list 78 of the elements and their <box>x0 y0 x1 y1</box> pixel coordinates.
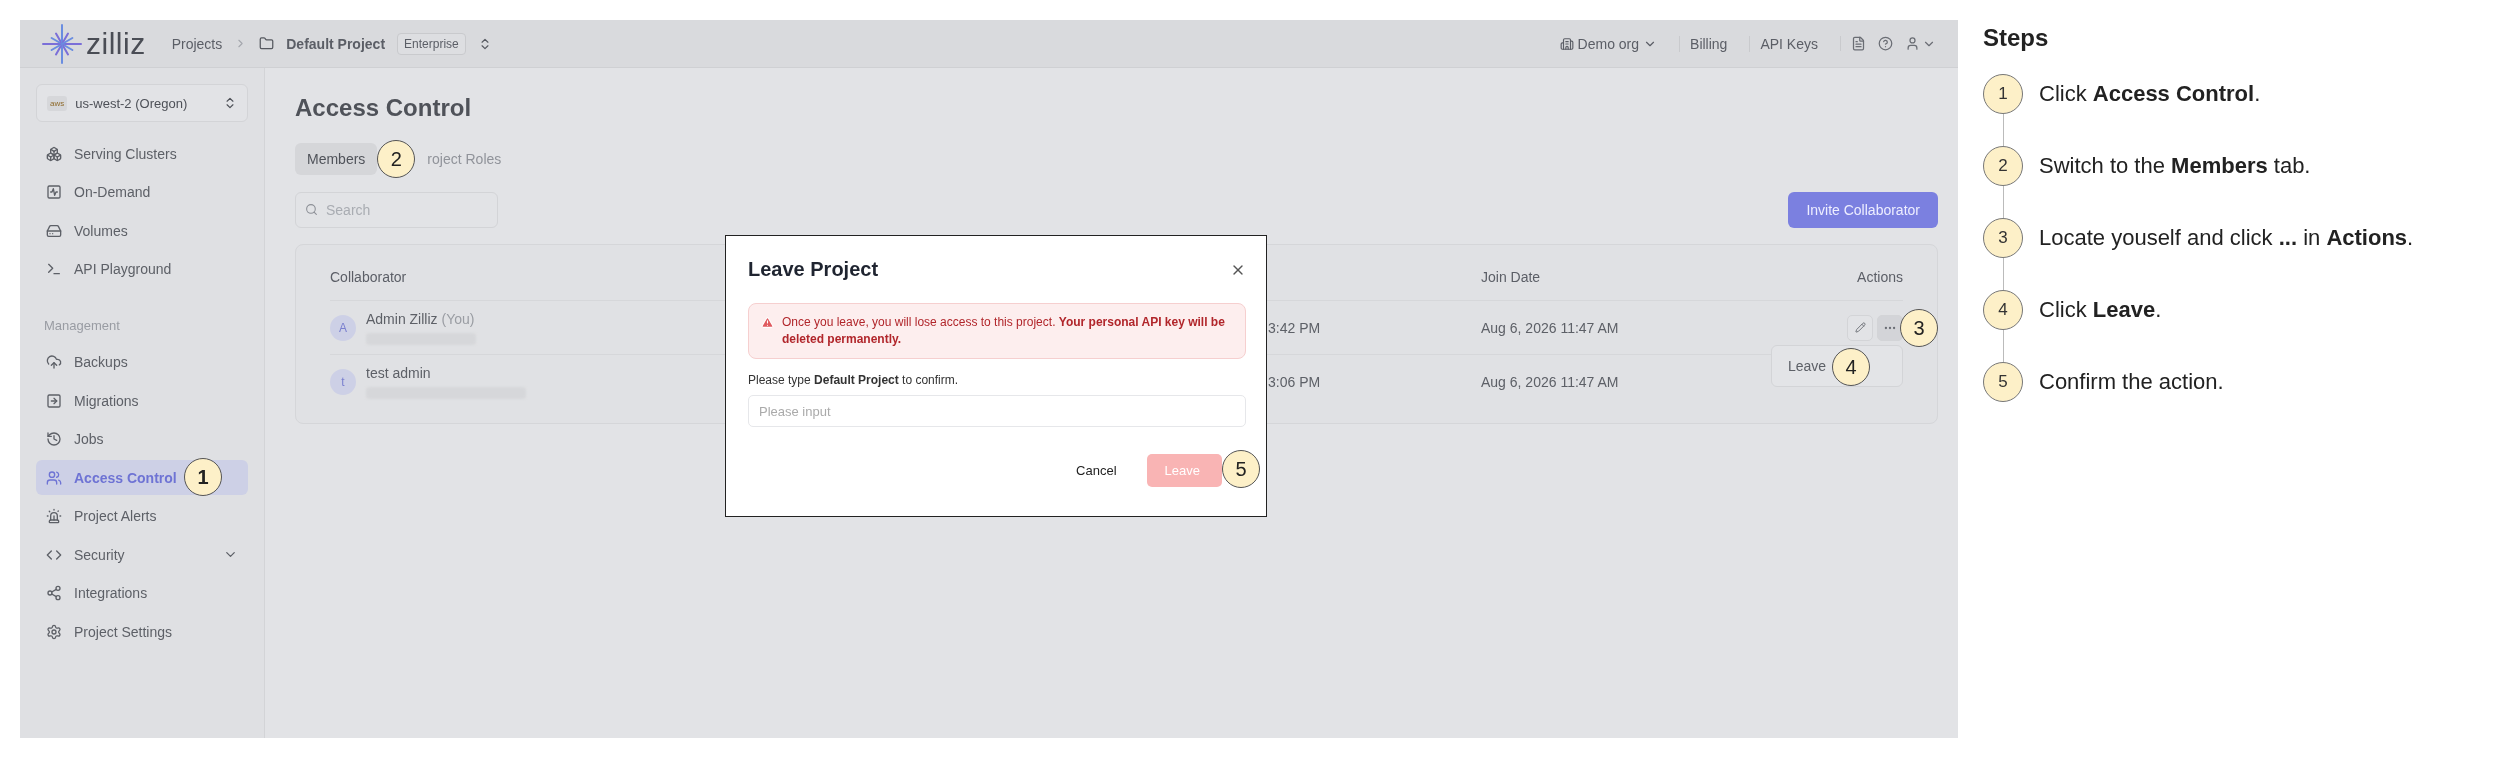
tab[interactable]: Members <box>295 143 378 175</box>
step-text: Confirm the action. <box>2039 369 2224 395</box>
step-text: Switch to the Members tab. <box>2039 153 2311 179</box>
section-heading: Management <box>43 317 121 335</box>
step-number: 4 <box>1983 290 2023 330</box>
logo-icon <box>42 23 82 64</box>
sidebar-item[interactable]: Project Alerts <box>36 498 248 534</box>
chart-square-icon <box>46 184 62 200</box>
folder-icon <box>259 36 275 51</box>
avatar: t <box>330 369 356 395</box>
cloud-upload-icon <box>46 354 62 370</box>
pencil-icon <box>1854 322 1866 333</box>
table-cell-text: Aug 6, 2026 11:47 AM <box>1481 374 1620 390</box>
project-name: Default Project <box>286 35 386 52</box>
warning-icon <box>761 316 774 329</box>
step-number: 1 <box>1983 74 2023 114</box>
table-cell-text: Aug 6, 2026 11:47 AM <box>1481 319 1620 336</box>
arrow-square-icon <box>46 392 62 409</box>
step-marker: 3 <box>1900 309 1938 347</box>
search-field[interactable]: Search <box>295 192 498 228</box>
more-button[interactable] <box>1877 314 1903 341</box>
step-marker: 5 <box>1222 450 1260 488</box>
step-number: 3 <box>1983 218 2023 258</box>
avatar: A <box>330 314 356 341</box>
edit-button[interactable] <box>1847 314 1873 341</box>
page-title: Access Control <box>295 94 473 122</box>
sidebar-item[interactable]: Migrations <box>36 383 248 418</box>
user-icon[interactable] <box>1905 36 1920 51</box>
share-icon <box>46 585 62 601</box>
building-icon <box>1559 36 1574 51</box>
input-field[interactable]: Please input <box>748 395 1246 427</box>
region-selector[interactable]: aws us-west-2 (Oregon) <box>36 84 248 122</box>
sidebar-item[interactable]: Volumes <box>36 213 248 248</box>
member-name: test admin <box>366 365 432 381</box>
history-icon <box>46 431 62 447</box>
step-marker: 2 <box>377 140 416 178</box>
column-header: Join Date <box>1481 268 1541 285</box>
terminal-icon <box>46 261 62 277</box>
top-link[interactable]: API Keys <box>1749 35 1828 52</box>
step-number: 2 <box>1983 146 2023 186</box>
steps-title: Steps <box>1983 24 2050 52</box>
users-icon <box>46 469 62 486</box>
column-header: Actions <box>1857 268 1903 285</box>
step-text: Click Leave. <box>2039 297 2162 323</box>
sidebar-item[interactable]: Serving Clusters <box>36 136 248 171</box>
help-icon[interactable] <box>1878 36 1893 51</box>
confirm-prompt: Please type Default Project to confirm. <box>748 373 960 387</box>
plan-badge: Enterprise <box>397 32 466 55</box>
sidebar-item[interactable]: API Playground <box>36 251 248 287</box>
step-text: Click Access Control. <box>2039 81 2261 107</box>
document-icon[interactable] <box>1851 36 1866 51</box>
member-name: Admin Zilliz (You) <box>366 310 476 327</box>
column-header: Collaborator <box>330 268 407 285</box>
step-marker: 4 <box>1832 348 1870 386</box>
provider-logo: aws <box>47 95 68 111</box>
sidebar-item[interactable]: Backups <box>36 344 248 380</box>
sidebar-item[interactable]: On-Demand <box>36 174 248 210</box>
settings-icon <box>46 623 62 640</box>
step-number: 5 <box>1983 362 2023 402</box>
warning-text: Once you leave, you will lose access to this project. Your personal API key will be deleted permanently. <box>782 314 1226 348</box>
top-link[interactable]: Billing <box>1679 35 1738 52</box>
step-text: Locate youself and click ... in Actions. <box>2039 225 2414 251</box>
logo-text: zilliz <box>86 26 146 61</box>
cluster-icon <box>46 145 62 162</box>
table-cell-text: 3:42 PM <box>1268 319 1322 336</box>
sidebar-item[interactable]: Jobs <box>36 421 248 457</box>
step-marker: 1 <box>184 458 222 496</box>
invite-button[interactable]: Invite Collaborator <box>1788 192 1938 228</box>
drive-icon <box>46 222 62 239</box>
alarm-icon <box>46 508 62 524</box>
sidebar-item[interactable]: Integrations <box>36 575 248 611</box>
org-menu[interactable]: Demo org <box>1549 35 1668 52</box>
sidebar-item[interactable]: Project Settings <box>36 614 248 649</box>
sidebar-item[interactable]: Access Control 1 <box>36 460 248 495</box>
sidebar-item[interactable]: Security <box>36 537 248 572</box>
table-cell-text: 3:06 PM <box>1268 374 1322 390</box>
dialog-title: Leave Project <box>748 258 879 281</box>
breadcrumb-link[interactable]: Projects <box>171 35 223 52</box>
